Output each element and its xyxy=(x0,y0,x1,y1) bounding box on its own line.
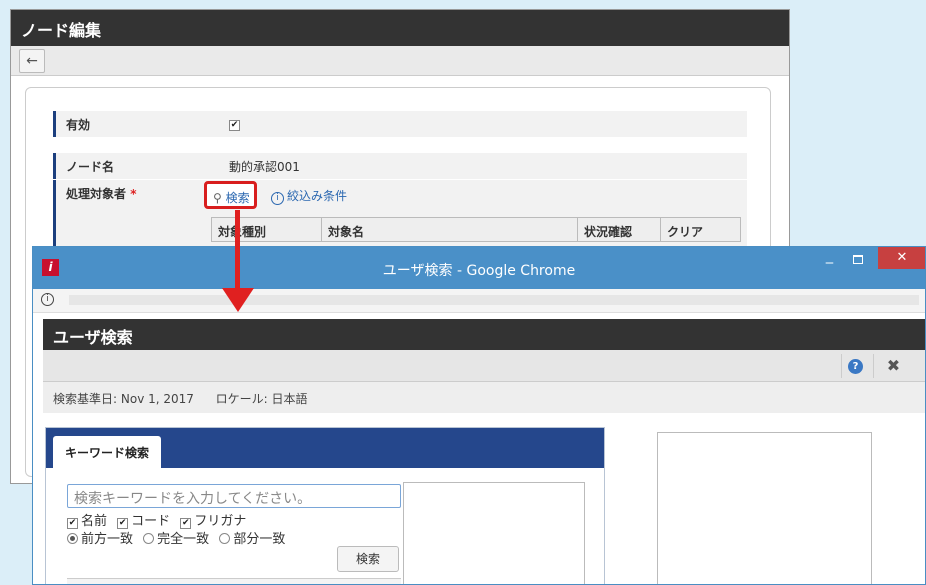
close-icon[interactable]: ✖ xyxy=(873,354,913,378)
site-info-icon[interactable]: i xyxy=(41,293,54,306)
result-table-header xyxy=(67,578,401,584)
keyword-panel-header: キーワード検索 xyxy=(46,428,604,468)
tab-keyword-search[interactable]: キーワード検索 xyxy=(53,436,162,468)
red-arrow-head xyxy=(222,288,254,312)
minimize-icon[interactable]: ‒ xyxy=(825,255,834,271)
filter-link-label: 絞込み条件 xyxy=(287,189,348,203)
required-mark: * xyxy=(130,187,137,201)
radio-prefix-match[interactable] xyxy=(67,533,78,544)
search-link-label: 検索 xyxy=(225,191,250,205)
chrome-titlebar: i ユーザ検索 - Google Chrome ‒ ✕ xyxy=(33,247,925,289)
filter-link[interactable]: i 絞込み条件 xyxy=(271,187,347,205)
locale-value: 日本語 xyxy=(271,392,308,406)
node-name-value: 動的承認001 xyxy=(229,160,300,174)
keyword-result-list[interactable] xyxy=(403,482,585,584)
url-field[interactable] xyxy=(69,295,919,305)
magnifier-icon: ⚲ xyxy=(213,191,222,205)
info-icon: i xyxy=(271,192,284,205)
match-radios: 前方一致 完全一致 部分一致 xyxy=(67,528,285,547)
keyword-search-input[interactable]: 検索キーワードを入力してください。 xyxy=(67,484,401,508)
date-value: Nov 1, 2017 xyxy=(120,392,194,406)
selected-users-box[interactable] xyxy=(657,432,872,584)
close-window-button[interactable]: ✕ xyxy=(878,247,925,269)
checkbox-name-label: 名前 xyxy=(81,514,108,529)
enabled-checkbox[interactable]: ✔ xyxy=(229,120,240,131)
target-label: 処理対象者 * xyxy=(53,180,136,248)
col-clear: クリア xyxy=(667,225,704,239)
red-arrow-shaft xyxy=(235,210,240,290)
enabled-label: 有効 xyxy=(53,111,90,137)
radio-partial-match[interactable] xyxy=(219,533,231,544)
locale-label: ロケール: xyxy=(215,392,268,406)
col-target-type: 対象種別 xyxy=(212,218,322,241)
search-link[interactable]: ⚲ 検索 xyxy=(204,181,257,209)
node-edit-title: ノード編集 xyxy=(11,10,789,46)
radio-exact-label: 完全一致 xyxy=(157,532,210,547)
help-icon: ? xyxy=(848,359,863,374)
page-title: ユーザ検索 xyxy=(43,319,925,350)
date-locale-bar: 検索基準日: Nov 1, 2017 ロケール: 日本語 xyxy=(43,382,925,413)
target-table-header: 対象種別 対象名 状況確認 クリア xyxy=(211,217,741,242)
radio-prefix-label: 前方一致 xyxy=(81,532,134,547)
node-name-label: ノード名 xyxy=(53,153,114,179)
date-label: 検索基準日: xyxy=(53,392,118,406)
keyword-search-button[interactable]: 検索 xyxy=(337,546,399,572)
maximize-icon[interactable] xyxy=(853,255,863,264)
col-status: 状況確認 xyxy=(578,218,661,241)
help-button[interactable]: ? xyxy=(841,354,869,378)
user-search-popup: i ユーザ検索 - Google Chrome ‒ ✕ i ユーザ検索 ? ✖ … xyxy=(32,246,926,585)
radio-partial-label: 部分一致 xyxy=(233,532,286,547)
row-enabled: 有効 ✔ xyxy=(53,111,747,137)
checkbox-code-label: コード xyxy=(131,514,171,529)
arrow-left-icon: ← xyxy=(26,53,38,69)
page-toolbar: ? ✖ xyxy=(43,350,925,382)
node-edit-toolbar: ← xyxy=(11,46,789,76)
col-target-name: 対象名 xyxy=(322,218,578,241)
address-bar: i xyxy=(33,289,925,313)
row-node-name: ノード名 動的承認001 xyxy=(53,153,747,179)
back-button[interactable]: ← xyxy=(19,49,45,73)
radio-exact-match[interactable] xyxy=(143,533,155,544)
checkbox-kana-label: フリガナ xyxy=(194,514,247,529)
chrome-window-title: ユーザ検索 - Google Chrome xyxy=(382,263,576,279)
field-checkboxes: ✔ 名前 ✔ コード ✔ フリガナ xyxy=(67,510,246,529)
